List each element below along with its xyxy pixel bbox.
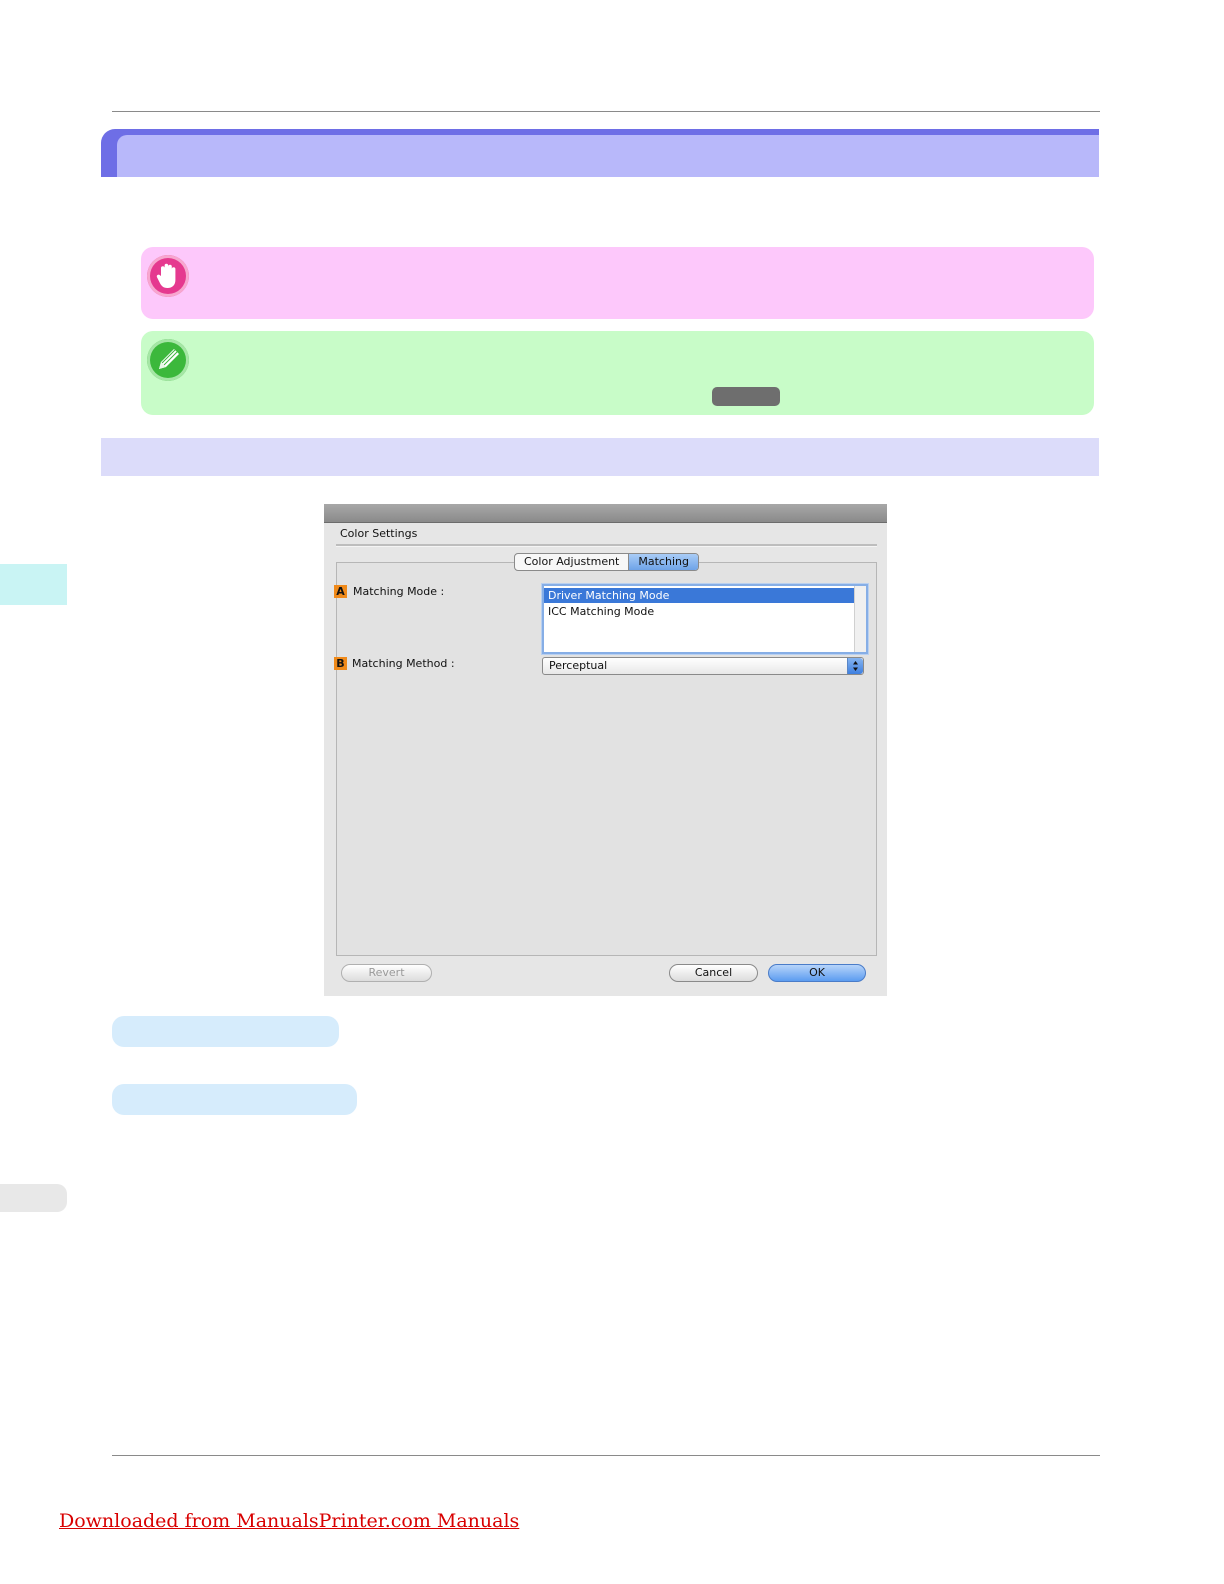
listbox-scrollbar[interactable]: [854, 586, 866, 652]
matching-method-label: Matching Method :: [352, 657, 455, 670]
tab-matching[interactable]: Matching: [628, 554, 698, 570]
matching-method-select[interactable]: Perceptual: [542, 657, 864, 675]
download-link[interactable]: Downloaded from ManualsPrinter.com Manua…: [59, 1510, 519, 1532]
item-b-heading-pill: [112, 1084, 357, 1115]
dialog-separator: [336, 544, 877, 547]
item-a-heading-pill: [112, 1016, 339, 1047]
chapter-side-tab: [0, 564, 67, 605]
important-hand-icon: [147, 255, 189, 297]
key-cap: [712, 387, 780, 406]
dialog-caption: Color Settings: [340, 527, 418, 540]
tab-bar: Color Adjustment Matching: [514, 553, 699, 571]
section-title-bar: [101, 129, 1099, 177]
color-settings-dialog: Color Settings Color Adjustment Matching…: [324, 504, 887, 996]
revert-button[interactable]: Revert: [341, 964, 432, 982]
tab-color-adjustment[interactable]: Color Adjustment: [515, 554, 628, 570]
matching-mode-listbox[interactable]: Driver Matching Mode ICC Matching Mode: [542, 584, 868, 654]
list-item-driver-matching-mode[interactable]: Driver Matching Mode: [544, 588, 855, 603]
note-box: [141, 331, 1094, 415]
dialog-titlebar[interactable]: [324, 504, 887, 523]
footer-rule: [112, 1455, 1100, 1456]
matching-method-value: Perceptual: [549, 659, 608, 672]
page-side-tab: [0, 1184, 67, 1212]
cancel-button[interactable]: Cancel: [669, 964, 758, 982]
matching-mode-label: Matching Mode :: [353, 585, 445, 598]
badge-a: A: [334, 585, 347, 598]
select-arrows-icon: [847, 658, 863, 674]
badge-b: B: [334, 657, 347, 670]
important-box: [141, 247, 1094, 319]
ok-button[interactable]: OK: [768, 964, 866, 982]
header-rule: [112, 111, 1100, 112]
note-pencil-icon: [147, 339, 189, 381]
list-item-icc-matching-mode[interactable]: ICC Matching Mode: [544, 604, 855, 619]
section-title-bar-inner: [117, 135, 1099, 177]
subsection-bar: [101, 438, 1099, 476]
